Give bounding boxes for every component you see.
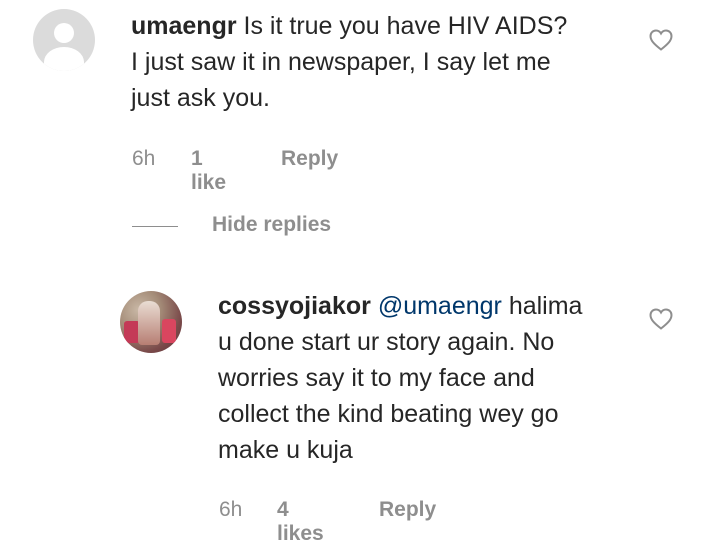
reply-line-1: cossyojiakor @umaengr halima xyxy=(218,292,583,320)
reply-body: cossyojiakor @umaengr halima u done star… xyxy=(218,288,638,468)
reply-button[interactable]: Reply xyxy=(379,498,436,522)
reply-button[interactable]: Reply xyxy=(281,147,338,171)
heart-icon[interactable] xyxy=(649,29,673,51)
replies-divider xyxy=(132,226,178,227)
hide-replies-button[interactable]: Hide replies xyxy=(212,213,331,237)
default-avatar-icon xyxy=(54,23,74,43)
reply-line-5: make u kuja xyxy=(218,436,353,464)
comment-body: umaengr Is it true you have HIV AIDS? I … xyxy=(131,8,631,116)
heart-icon[interactable] xyxy=(649,308,673,330)
comment-likes[interactable]: 1 like xyxy=(191,147,226,195)
comment-line-3: just ask you. xyxy=(131,84,270,112)
comment-line-1: umaengr Is it true you have HIV AIDS? xyxy=(131,12,568,40)
avatar[interactable] xyxy=(33,9,95,71)
comment-time: 6h xyxy=(132,147,156,170)
reply-time: 6h xyxy=(219,498,243,521)
comment-line-2: I just saw it in newspaper, I say let me xyxy=(131,48,551,76)
reply-line-3: worries say it to my face and xyxy=(218,364,535,392)
reply-username[interactable]: cossyojiakor xyxy=(218,292,371,320)
comment-thread: { "comments": [ { "username": "umaengr",… xyxy=(0,0,720,547)
comment-username[interactable]: umaengr xyxy=(131,12,237,40)
avatar[interactable] xyxy=(120,291,182,353)
reply-likes[interactable]: 4 likes xyxy=(277,498,324,546)
reply-mention[interactable]: @umaengr xyxy=(378,292,502,320)
reply-line-4: collect the kind beating wey go xyxy=(218,400,559,428)
reply-line-2: u done start ur story again. No xyxy=(218,328,555,356)
